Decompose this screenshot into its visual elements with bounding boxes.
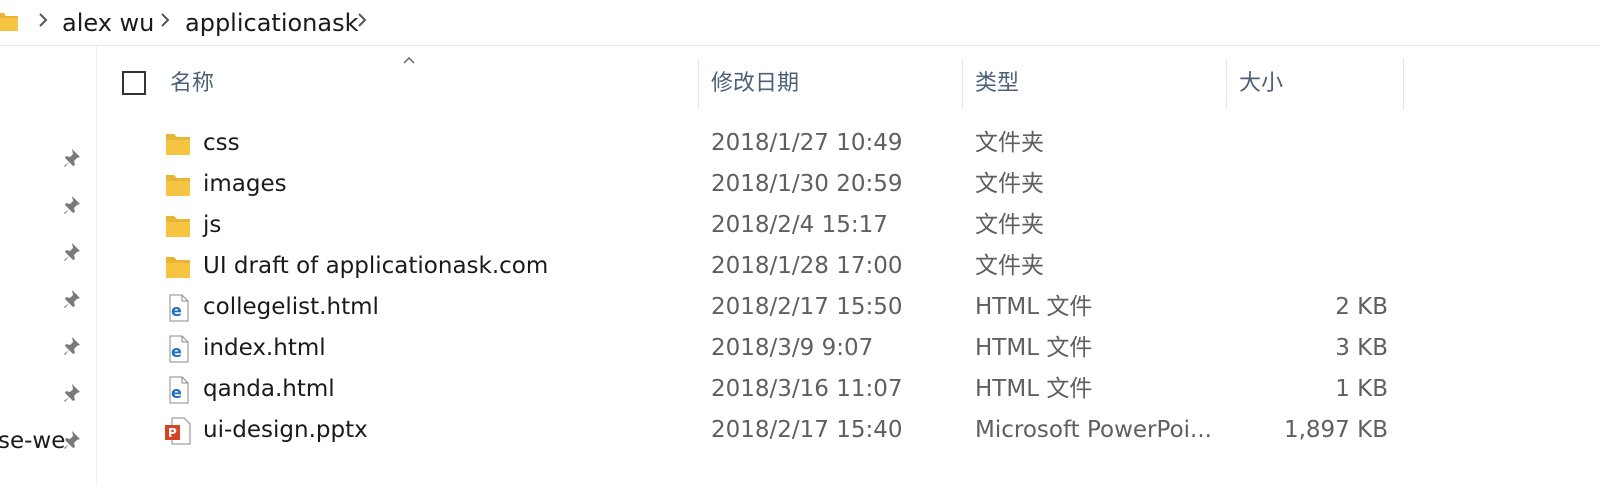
- svg-text:e: e: [171, 383, 182, 402]
- file-row[interactable]: P ui-design.pptx 2018/2/17 15:40 Microsoft…: [100, 410, 1410, 451]
- folder-icon: [164, 171, 192, 199]
- svg-text:P: P: [168, 426, 177, 440]
- select-all-checkbox[interactable]: [122, 71, 146, 95]
- file-name[interactable]: js: [203, 205, 221, 246]
- file-type: HTML 文件: [975, 376, 1093, 402]
- pin-icon[interactable]: [64, 429, 84, 451]
- file-type: 文件夹: [975, 212, 1044, 238]
- file-name[interactable]: css: [203, 123, 240, 164]
- file-size: 1 KB: [1335, 376, 1388, 402]
- sort-ascending-icon: [403, 56, 415, 64]
- column-divider[interactable]: [1226, 58, 1227, 110]
- file-row[interactable]: e collegelist.html 2018/2/17 15:50 HTML 文件…: [100, 287, 1410, 328]
- pin-icon[interactable]: [64, 147, 84, 169]
- column-divider[interactable]: [698, 58, 699, 110]
- folder-icon: [164, 212, 192, 240]
- file-name[interactable]: UI draft of applicationask.com: [203, 246, 548, 287]
- file-date: 2018/2/17 15:40: [711, 417, 903, 443]
- file-name[interactable]: qanda.html: [203, 369, 335, 410]
- file-row[interactable]: e qanda.html 2018/3/16 11:07 HTML 文件 1 KB: [100, 369, 1410, 410]
- file-date: 2018/2/4 15:17: [711, 212, 888, 238]
- address-bar[interactable]: alex wu applicationask: [0, 0, 1600, 46]
- file-type: 文件夹: [975, 171, 1044, 197]
- pin-icon[interactable]: [64, 194, 84, 216]
- edge-html-icon: e: [164, 294, 192, 322]
- folder-icon: [0, 13, 18, 31]
- file-date: 2018/1/27 10:49: [711, 130, 903, 156]
- svg-text:e: e: [171, 342, 182, 361]
- chevron-right-icon[interactable]: [160, 13, 170, 27]
- file-date: 2018/1/28 17:00: [711, 253, 903, 279]
- pin-icon[interactable]: [64, 241, 84, 263]
- file-row[interactable]: images 2018/1/30 20:59 文件夹: [100, 164, 1410, 205]
- folder-icon: [164, 253, 192, 281]
- file-type: 文件夹: [975, 130, 1044, 156]
- pin-icon[interactable]: [64, 288, 84, 310]
- file-size: 2 KB: [1335, 294, 1388, 320]
- file-size: 1,897 KB: [1283, 417, 1388, 443]
- file-date: 2018/3/9 9:07: [711, 335, 874, 361]
- file-row[interactable]: UI draft of applicationask.com 2018/1/28 …: [100, 246, 1410, 287]
- folder-icon: [164, 130, 192, 158]
- powerpoint-icon: P: [164, 417, 192, 445]
- file-type: HTML 文件: [975, 335, 1093, 361]
- column-divider[interactable]: [1403, 58, 1404, 110]
- column-divider[interactable]: [962, 58, 963, 110]
- breadcrumb-item[interactable]: alex wu: [62, 8, 154, 38]
- file-date: 2018/1/30 20:59: [711, 171, 903, 197]
- file-type: HTML 文件: [975, 294, 1093, 320]
- navigation-pane: [0, 46, 97, 486]
- file-type: Microsoft PowerPoi...: [975, 417, 1212, 443]
- file-size: 3 KB: [1335, 335, 1388, 361]
- file-name[interactable]: index.html: [203, 328, 326, 369]
- file-row[interactable]: js 2018/2/4 15:17 文件夹: [100, 205, 1410, 246]
- column-header-size[interactable]: 大小: [1239, 58, 1283, 110]
- chevron-right-icon[interactable]: [357, 13, 367, 27]
- file-row[interactable]: e index.html 2018/3/9 9:07 HTML 文件 3 KB: [100, 328, 1410, 369]
- chevron-right-icon[interactable]: [38, 13, 48, 27]
- file-type: 文件夹: [975, 253, 1044, 279]
- edge-html-icon: e: [164, 376, 192, 404]
- column-header-name[interactable]: 名称: [170, 58, 214, 110]
- svg-text:e: e: [171, 301, 182, 320]
- breadcrumb-item[interactable]: applicationask: [185, 8, 359, 38]
- pin-icon[interactable]: [64, 335, 84, 357]
- nav-item-label[interactable]: se-we: [0, 428, 65, 454]
- pin-icon[interactable]: [64, 382, 84, 404]
- file-date: 2018/3/16 11:07: [711, 376, 903, 402]
- file-name[interactable]: images: [203, 164, 287, 205]
- file-name[interactable]: ui-design.pptx: [203, 410, 368, 451]
- column-header-date[interactable]: 修改日期: [711, 58, 799, 110]
- file-row[interactable]: css 2018/1/27 10:49 文件夹: [100, 123, 1410, 164]
- file-date: 2018/2/17 15:50: [711, 294, 903, 320]
- file-name[interactable]: collegelist.html: [203, 287, 379, 328]
- edge-html-icon: e: [164, 335, 192, 363]
- column-header-type[interactable]: 类型: [975, 58, 1019, 110]
